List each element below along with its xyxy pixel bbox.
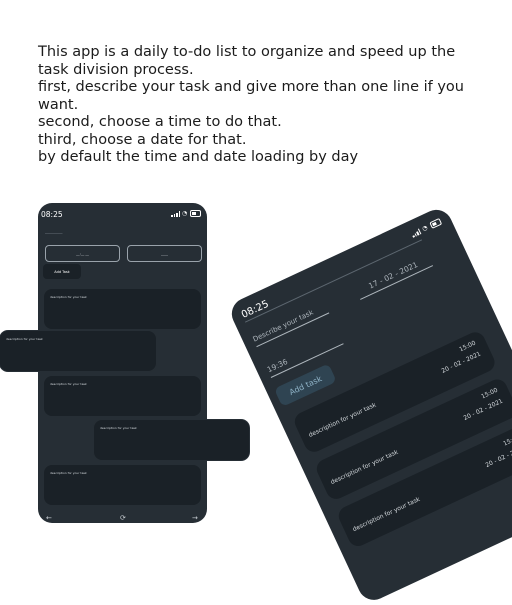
task-description: description for your task: [6, 337, 43, 341]
wifi-icon: ◔: [182, 209, 188, 217]
forward-icon[interactable]: →: [192, 514, 198, 522]
date-picker-field[interactable]: ____: [127, 245, 202, 262]
time-picker-field[interactable]: __:__ __: [45, 245, 120, 262]
nav-bar: ← ⟳ →: [38, 513, 207, 523]
task-description: description for your task: [50, 295, 87, 299]
task-date: 20 - 02 - 2021: [462, 397, 504, 422]
task-description: description for your task: [50, 471, 87, 475]
status-icons: ◔: [410, 217, 443, 238]
task-description: description for your task: [351, 495, 422, 534]
signal-icon: [171, 210, 180, 217]
battery-icon: [190, 210, 201, 217]
task-time: 15:00: [458, 339, 477, 354]
task-description: description for your task: [329, 448, 400, 487]
task-card[interactable]: description for your task: [44, 465, 201, 505]
task-date: 20 - 02 - 2021: [440, 350, 482, 375]
signal-icon: [410, 228, 422, 238]
description-input[interactable]: __________: [45, 230, 63, 234]
task-description: description for your task: [100, 426, 137, 430]
status-time: 08:25: [41, 210, 63, 219]
back-icon[interactable]: ←: [46, 514, 52, 522]
intro-line: first, describe your task and give more …: [38, 79, 464, 113]
status-icons: ◔: [171, 210, 201, 217]
intro-line: by default the time and date loading by …: [38, 149, 359, 165]
task-description: description for your task: [307, 401, 378, 439]
task-date: 20 - 02 - 2021: [484, 444, 512, 470]
intro-line: third, choose a date for that.: [38, 131, 247, 148]
task-description: description for your task: [50, 382, 87, 386]
swiped-task-card[interactable]: description for your task: [0, 331, 156, 371]
intro-text: This app is a daily to-do list to organi…: [38, 44, 488, 167]
swiped-task-card[interactable]: description for your task: [94, 420, 249, 460]
refresh-icon[interactable]: ⟳: [120, 514, 126, 522]
battery-icon: [429, 217, 443, 229]
task-time: 15:00: [480, 386, 499, 401]
phone-screen-right: 08:25 ◔ Describe your task 17 - 02 - 202…: [226, 204, 512, 605]
date-picker-field[interactable]: 17 - 02 - 2021: [355, 254, 434, 300]
intro-line: This app is a daily to-do list to organi…: [38, 44, 456, 78]
task-card[interactable]: description for your task: [44, 289, 201, 329]
task-card[interactable]: description for your task: [44, 376, 201, 416]
intro-line: second, choose a time to do that.: [38, 114, 282, 130]
wifi-icon: ◔: [420, 223, 429, 233]
task-time: 15:00: [502, 433, 512, 448]
add-task-button[interactable]: Add Task: [43, 264, 81, 279]
